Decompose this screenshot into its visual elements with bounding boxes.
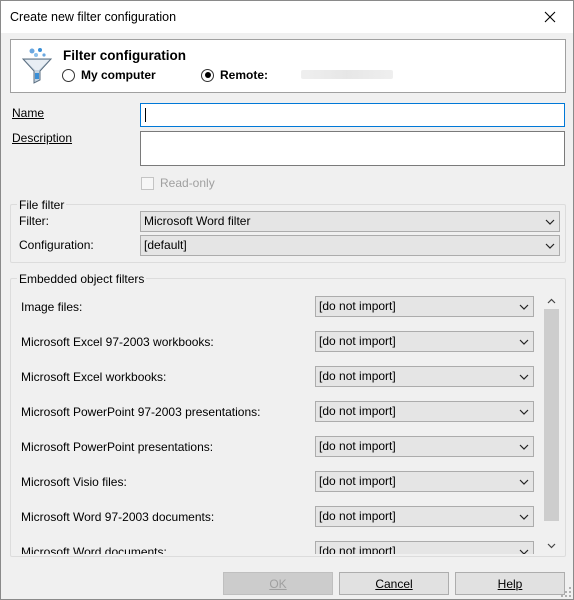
chevron-down-icon: [519, 444, 529, 450]
embedded-row-select[interactable]: [do not import]: [315, 436, 534, 457]
embedded-row-select[interactable]: [do not import]: [315, 471, 534, 492]
cancel-button-label: Cancel: [375, 576, 413, 591]
close-icon: [544, 11, 556, 23]
embedded-row-select[interactable]: [do not import]: [315, 506, 534, 527]
filter-select-value: Microsoft Word filter: [144, 214, 251, 228]
embedded-row-label: Image files:: [21, 300, 83, 314]
chevron-down-icon: [545, 243, 555, 249]
embedded-row-label: Microsoft Word 97-2003 documents:: [21, 510, 215, 524]
ok-button[interactable]: OK: [223, 572, 333, 595]
embedded-filters-list[interactable]: Image files: [do not import] Microsoft E…: [11, 291, 543, 554]
embedded-row-select[interactable]: [do not import]: [315, 541, 534, 554]
chevron-down-icon: [519, 479, 529, 485]
readonly-checkbox-row[interactable]: Read-only: [141, 176, 215, 190]
embedded-row-select-value: [do not import]: [319, 369, 396, 383]
embedded-scrollbar[interactable]: [543, 292, 560, 554]
radio-remote-label: Remote:: [220, 68, 269, 82]
embedded-row-label: Microsoft Excel 97-2003 workbooks:: [21, 335, 214, 349]
radio-my-computer-button[interactable]: [62, 68, 75, 82]
dialog-window: Create new filter configuration Filter c…: [0, 0, 574, 600]
help-button[interactable]: Help: [455, 572, 565, 595]
embedded-row-select[interactable]: [do not import]: [315, 401, 534, 422]
description-label: Description: [12, 131, 73, 145]
embedded-row-select-value: [do not import]: [319, 334, 396, 348]
text-caret: [145, 108, 146, 122]
help-button-label: Help: [497, 576, 523, 591]
embedded-row-label: Microsoft PowerPoint presentations:: [21, 440, 214, 454]
title-bar[interactable]: Create new filter configuration: [1, 1, 573, 33]
scroll-up-button[interactable]: [543, 292, 560, 309]
embedded-row-select-value: [do not import]: [319, 544, 396, 554]
embedded-row-label: Microsoft PowerPoint 97-2003 presentatio…: [21, 405, 261, 419]
cancel-button[interactable]: Cancel: [339, 572, 449, 595]
chevron-down-icon: [519, 339, 529, 345]
chevron-up-icon: [547, 298, 556, 303]
embedded-row-select[interactable]: [do not import]: [315, 296, 534, 317]
chevron-down-icon: [519, 514, 529, 520]
embedded-row-select-value: [do not import]: [319, 439, 396, 453]
radio-my-computer-label: My computer: [81, 68, 156, 82]
embedded-row-label: Microsoft Excel workbooks:: [21, 370, 167, 384]
embedded-row-select[interactable]: [do not import]: [315, 331, 534, 352]
scroll-thumb[interactable]: [544, 309, 559, 521]
embedded-row-select-value: [do not import]: [319, 474, 396, 488]
filter-select[interactable]: Microsoft Word filter: [140, 211, 560, 232]
embedded-row-label: Microsoft Word documents:: [21, 545, 167, 554]
resize-grip-icon[interactable]: [560, 586, 572, 598]
configuration-select-value: [default]: [144, 238, 187, 252]
chevron-down-icon: [519, 374, 529, 380]
embedded-row-select[interactable]: [do not import]: [315, 366, 534, 387]
scroll-down-button[interactable]: [543, 537, 560, 554]
close-button[interactable]: [527, 1, 573, 33]
description-input[interactable]: [140, 131, 565, 166]
radio-remote[interactable]: Remote:: [201, 68, 268, 82]
ok-button-label: OK: [269, 576, 287, 591]
file-filter-group-label: File filter: [17, 198, 67, 212]
remote-host-value: [301, 70, 393, 79]
embedded-row-select-value: [do not import]: [319, 299, 396, 313]
configuration-label: Configuration:: [19, 238, 94, 252]
name-label: Name: [12, 106, 45, 120]
filter-label: Filter:: [19, 214, 49, 228]
embedded-row-select-value: [do not import]: [319, 404, 396, 418]
embedded-row-select-value: [do not import]: [319, 509, 396, 523]
chevron-down-icon: [545, 219, 555, 225]
header-title: Filter configuration: [63, 48, 186, 63]
header-panel: Filter configuration My computer Remote:: [10, 39, 566, 93]
embedded-row-label: Microsoft Visio files:: [21, 475, 127, 489]
radio-my-computer[interactable]: My computer: [62, 68, 156, 82]
window-title: Create new filter configuration: [10, 10, 177, 24]
chevron-down-icon: [519, 409, 529, 415]
chevron-down-icon: [519, 549, 529, 554]
configuration-select[interactable]: [default]: [140, 235, 560, 256]
funnel-icon: [21, 48, 53, 84]
embedded-filters-group-label: Embedded object filters: [17, 272, 147, 286]
chevron-down-icon: [519, 304, 529, 310]
name-input[interactable]: [140, 103, 565, 127]
readonly-label: Read-only: [160, 176, 215, 190]
readonly-checkbox[interactable]: [141, 176, 154, 190]
chevron-down-icon: [547, 543, 556, 548]
radio-remote-button[interactable]: [201, 68, 214, 82]
